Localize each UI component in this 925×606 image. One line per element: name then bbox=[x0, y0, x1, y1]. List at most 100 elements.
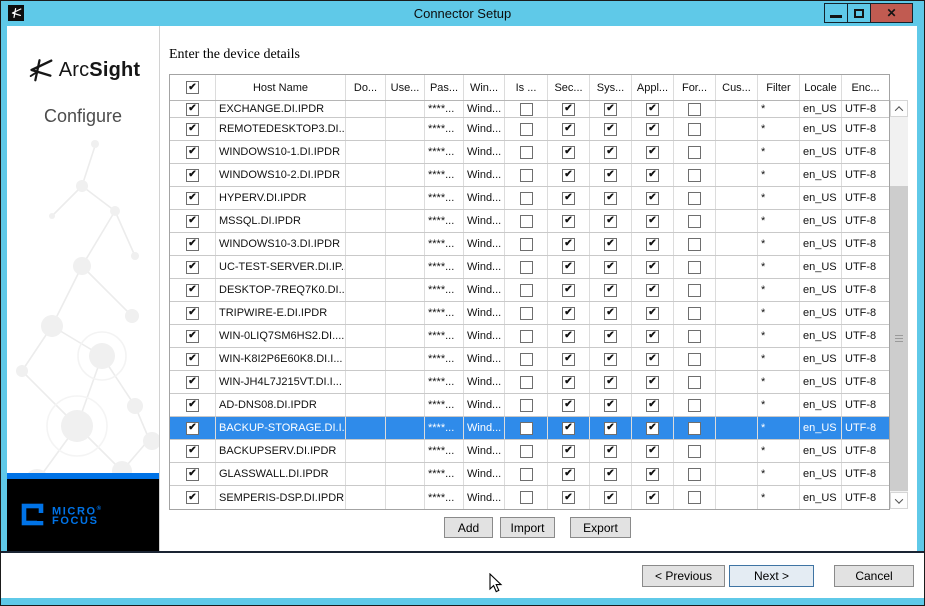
cell-security[interactable]: ✔ bbox=[548, 417, 590, 439]
checkbox-unchecked[interactable] bbox=[520, 169, 533, 182]
column-header[interactable]: Use... bbox=[386, 75, 425, 100]
checkbox-unchecked[interactable] bbox=[520, 399, 533, 412]
column-header[interactable]: Do... bbox=[346, 75, 386, 100]
checkbox-checked[interactable]: ✔ bbox=[646, 146, 659, 159]
checkbox-checked[interactable]: ✔ bbox=[562, 353, 575, 366]
cell-security[interactable]: ✔ bbox=[548, 371, 590, 393]
checkbox-unchecked[interactable] bbox=[688, 169, 701, 182]
checkbox-checked[interactable]: ✔ bbox=[646, 215, 659, 228]
checkbox-unchecked[interactable] bbox=[688, 103, 701, 116]
checkbox-unchecked[interactable] bbox=[520, 445, 533, 458]
cell-system[interactable]: ✔ bbox=[590, 233, 632, 255]
table-row[interactable]: ✔WIN-K8I2P6E60K8.DI.I...****...Wind...✔✔… bbox=[170, 348, 889, 371]
checkbox-checked[interactable]: ✔ bbox=[562, 215, 575, 228]
cell-forwarder[interactable] bbox=[674, 164, 716, 186]
cell-security[interactable]: ✔ bbox=[548, 101, 590, 117]
cell-application[interactable]: ✔ bbox=[632, 371, 674, 393]
scroll-down-button[interactable] bbox=[890, 492, 908, 509]
cell-checked[interactable]: ✔ bbox=[170, 348, 216, 370]
cell-system[interactable]: ✔ bbox=[590, 417, 632, 439]
cell-forwarder[interactable] bbox=[674, 486, 716, 509]
cell-application[interactable]: ✔ bbox=[632, 164, 674, 186]
table-row[interactable]: ✔WIN-JH4L7J215VT.DI.I...****...Wind...✔✔… bbox=[170, 371, 889, 394]
cell-checked[interactable]: ✔ bbox=[170, 101, 216, 117]
checkbox-checked[interactable]: ✔ bbox=[604, 169, 617, 182]
checkbox-unchecked[interactable] bbox=[520, 261, 533, 274]
import-button[interactable]: Import bbox=[500, 517, 555, 538]
checkbox-checked[interactable]: ✔ bbox=[604, 146, 617, 159]
checkbox-checked[interactable]: ✔ bbox=[604, 284, 617, 297]
cell-checked[interactable]: ✔ bbox=[170, 486, 216, 509]
cell-forwarder[interactable] bbox=[674, 233, 716, 255]
table-row[interactable]: ✔GLASSWALL.DI.IPDR****...Wind...✔✔✔*en_U… bbox=[170, 463, 889, 486]
cell-checked[interactable]: ✔ bbox=[170, 279, 216, 301]
checkbox-unchecked[interactable] bbox=[688, 215, 701, 228]
checkbox-checked[interactable]: ✔ bbox=[186, 330, 199, 343]
column-header[interactable]: Sec... bbox=[548, 75, 590, 100]
checkbox-checked[interactable]: ✔ bbox=[562, 399, 575, 412]
checkbox-checked[interactable]: ✔ bbox=[562, 422, 575, 435]
table-row[interactable]: ✔AD-DNS08.DI.IPDR****...Wind...✔✔✔*en_US… bbox=[170, 394, 889, 417]
checkbox-checked[interactable]: ✔ bbox=[186, 169, 199, 182]
table-row[interactable]: ✔UC-TEST-SERVER.DI.IP...****...Wind...✔✔… bbox=[170, 256, 889, 279]
checkbox-checked[interactable]: ✔ bbox=[186, 123, 199, 136]
table-row[interactable]: ✔DESKTOP-7REQ7K0.DI....****...Wind...✔✔✔… bbox=[170, 279, 889, 302]
checkbox-unchecked[interactable] bbox=[520, 284, 533, 297]
cell-forwarder[interactable] bbox=[674, 463, 716, 485]
checkbox-unchecked[interactable] bbox=[688, 422, 701, 435]
cell-is_file[interactable] bbox=[505, 348, 548, 370]
cell-checked[interactable]: ✔ bbox=[170, 463, 216, 485]
table-row[interactable]: ✔BACKUPSERV.DI.IPDR****...Wind...✔✔✔*en_… bbox=[170, 440, 889, 463]
cell-application[interactable]: ✔ bbox=[632, 348, 674, 370]
table-row[interactable]: ✔SEMPERIS-DSP.DI.IPDR****...Wind...✔✔✔*e… bbox=[170, 486, 889, 509]
cell-application[interactable]: ✔ bbox=[632, 187, 674, 209]
checkbox-checked[interactable]: ✔ bbox=[604, 353, 617, 366]
checkbox-unchecked[interactable] bbox=[688, 192, 701, 205]
scroll-up-button[interactable] bbox=[890, 100, 908, 117]
checkbox-checked[interactable]: ✔ bbox=[186, 353, 199, 366]
cell-system[interactable]: ✔ bbox=[590, 164, 632, 186]
table-row[interactable]: ✔WIN-0LIQ7SM6HS2.DI....****...Wind...✔✔✔… bbox=[170, 325, 889, 348]
cell-application[interactable]: ✔ bbox=[632, 440, 674, 462]
cell-checked[interactable]: ✔ bbox=[170, 417, 216, 439]
cell-system[interactable]: ✔ bbox=[590, 256, 632, 278]
checkbox-checked[interactable]: ✔ bbox=[186, 284, 199, 297]
add-button[interactable]: Add bbox=[444, 517, 493, 538]
cell-checked[interactable]: ✔ bbox=[170, 256, 216, 278]
checkbox-unchecked[interactable] bbox=[688, 330, 701, 343]
checkbox-unchecked[interactable] bbox=[520, 146, 533, 159]
cell-security[interactable]: ✔ bbox=[548, 486, 590, 509]
checkbox-unchecked[interactable] bbox=[520, 330, 533, 343]
cell-security[interactable]: ✔ bbox=[548, 210, 590, 232]
checkbox-checked[interactable]: ✔ bbox=[604, 261, 617, 274]
column-header[interactable]: Sys... bbox=[590, 75, 632, 100]
checkbox-checked[interactable]: ✔ bbox=[562, 284, 575, 297]
cell-checked[interactable]: ✔ bbox=[170, 371, 216, 393]
column-header[interactable]: Cus... bbox=[716, 75, 758, 100]
cell-system[interactable]: ✔ bbox=[590, 348, 632, 370]
cell-forwarder[interactable] bbox=[674, 348, 716, 370]
checkbox-checked[interactable]: ✔ bbox=[646, 307, 659, 320]
checkbox-checked[interactable]: ✔ bbox=[562, 123, 575, 136]
cell-forwarder[interactable] bbox=[674, 325, 716, 347]
checkbox-checked[interactable]: ✔ bbox=[562, 491, 575, 504]
cell-is_file[interactable] bbox=[505, 440, 548, 462]
cell-system[interactable]: ✔ bbox=[590, 394, 632, 416]
checkbox-unchecked[interactable] bbox=[520, 422, 533, 435]
checkbox-checked[interactable]: ✔ bbox=[604, 307, 617, 320]
cell-application[interactable]: ✔ bbox=[632, 256, 674, 278]
checkbox-checked[interactable]: ✔ bbox=[186, 491, 199, 504]
checkbox-checked[interactable]: ✔ bbox=[186, 103, 199, 116]
table-row[interactable]: ✔WINDOWS10-2.DI.IPDR****...Wind...✔✔✔*en… bbox=[170, 164, 889, 187]
cell-is_file[interactable] bbox=[505, 417, 548, 439]
cell-application[interactable]: ✔ bbox=[632, 417, 674, 439]
cell-system[interactable]: ✔ bbox=[590, 463, 632, 485]
checkbox-unchecked[interactable] bbox=[520, 353, 533, 366]
cell-is_file[interactable] bbox=[505, 302, 548, 324]
cell-is_file[interactable] bbox=[505, 118, 548, 140]
cell-system[interactable]: ✔ bbox=[590, 302, 632, 324]
table-row[interactable]: ✔BACKUP-STORAGE.DI.I...****...Wind...✔✔✔… bbox=[170, 417, 889, 440]
checkbox-checked[interactable]: ✔ bbox=[646, 192, 659, 205]
checkbox-unchecked[interactable] bbox=[688, 376, 701, 389]
checkbox-unchecked[interactable] bbox=[688, 261, 701, 274]
